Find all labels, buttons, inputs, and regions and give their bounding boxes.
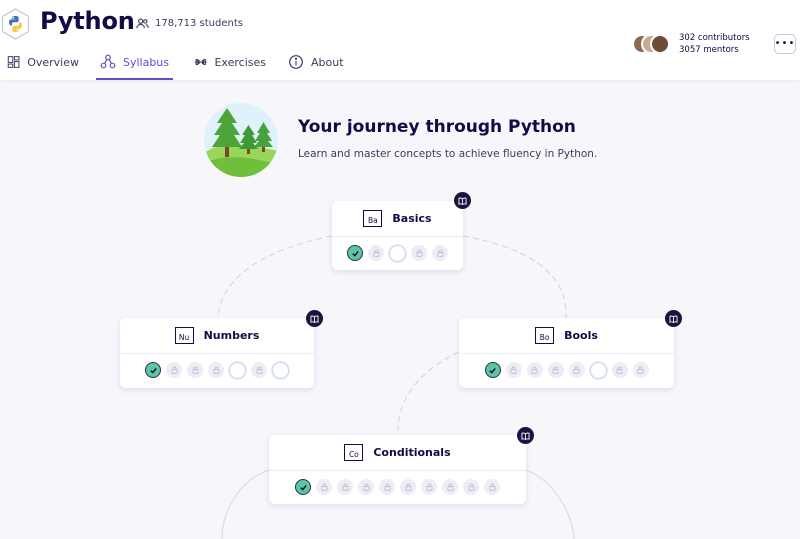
students-icon — [136, 18, 149, 29]
concept-card-basics[interactable]: Ba Basics — [332, 201, 463, 270]
exercise-available-icon[interactable] — [229, 361, 246, 379]
book-icon — [310, 315, 319, 323]
concept-header: Nu Numbers — [120, 318, 314, 354]
students-count: 178,713 students — [136, 17, 243, 30]
syllabus-subtitle: Learn and master concepts to achieve flu… — [298, 148, 598, 160]
exercise-locked-icon[interactable] — [547, 362, 564, 378]
exercise-locked-icon[interactable] — [358, 479, 374, 495]
exercise-progress — [332, 241, 463, 265]
exercise-available-icon[interactable] — [272, 361, 289, 379]
exercise-available-icon[interactable] — [389, 244, 406, 262]
exercise-locked-icon[interactable] — [208, 362, 224, 378]
syllabus-title: Your journey through Python — [298, 117, 576, 137]
exercise-locked-icon[interactable] — [484, 479, 500, 495]
tab-about[interactable]: About — [284, 44, 350, 80]
exercise-locked-icon[interactable] — [337, 479, 353, 495]
concept-name: Bools — [564, 329, 598, 342]
contributors-count: 302 contributors — [679, 33, 750, 43]
contributors-text: 302 contributors 3057 mentors — [679, 32, 750, 56]
exercise-completed-icon[interactable] — [484, 362, 501, 378]
exercise-completed-icon[interactable] — [145, 362, 161, 378]
exercise-locked-icon[interactable] — [368, 245, 384, 261]
concept-header: Bo Bools — [459, 318, 674, 354]
connector-conditionals-left — [221, 469, 270, 539]
tab-overview[interactable]: Overview — [3, 44, 83, 80]
avatar — [650, 34, 670, 54]
exercise-locked-icon[interactable] — [611, 362, 628, 378]
dumbbell-icon — [194, 58, 207, 66]
concept-symbol: Ba — [363, 210, 383, 227]
info-icon — [289, 55, 303, 69]
exercise-locked-icon[interactable] — [411, 245, 427, 261]
connector-conditionals-right — [525, 469, 575, 539]
exercise-progress — [459, 358, 674, 382]
exercise-locked-icon[interactable] — [526, 362, 543, 378]
book-icon — [458, 197, 467, 205]
python-logo-icon — [1, 8, 30, 40]
tab-exercises-label: Exercises — [214, 55, 266, 69]
tab-overview-label: Overview — [27, 55, 79, 69]
forest-illustration-icon — [204, 103, 278, 177]
concept-header: Ba Basics — [332, 201, 463, 237]
concept-card-conditionals[interactable]: Co Conditionals — [269, 435, 526, 504]
concept-book-button[interactable] — [665, 310, 682, 327]
exercise-locked-icon[interactable] — [432, 245, 448, 261]
concept-book-button[interactable] — [454, 192, 471, 209]
contributors-summary[interactable]: 302 contributors 3057 mentors — [632, 32, 772, 58]
book-icon — [521, 432, 530, 440]
exercise-locked-icon[interactable] — [505, 362, 522, 378]
connector-bools-conditionals — [397, 351, 460, 436]
track-header: Python 178,713 students Overview Syllabu… — [0, 0, 800, 80]
exercise-locked-icon[interactable] — [463, 479, 479, 495]
exercise-locked-icon[interactable] — [187, 362, 203, 378]
connector-basics-numbers — [217, 235, 333, 319]
concept-book-button[interactable] — [517, 427, 534, 444]
overview-icon — [7, 56, 20, 68]
concept-card-numbers[interactable]: Nu Numbers — [120, 318, 314, 388]
exercise-locked-icon[interactable] — [316, 479, 332, 495]
exercise-locked-icon[interactable] — [400, 479, 416, 495]
exercise-locked-icon[interactable] — [442, 479, 458, 495]
exercise-progress — [269, 475, 526, 499]
concept-name: Conditionals — [373, 446, 451, 459]
more-options-button[interactable]: ••• — [774, 34, 796, 54]
exercise-locked-icon[interactable] — [251, 362, 267, 378]
tab-about-label: About — [311, 55, 344, 69]
concept-symbol: Co — [344, 444, 364, 461]
tab-exercises[interactable]: Exercises — [190, 44, 270, 80]
contributor-avatars — [632, 34, 672, 56]
exercise-locked-icon[interactable] — [421, 479, 437, 495]
connector-basics-bools — [462, 235, 567, 319]
book-icon — [669, 315, 678, 323]
concept-name: Numbers — [203, 329, 260, 342]
tab-syllabus-label: Syllabus — [122, 55, 169, 69]
exercise-locked-icon[interactable] — [568, 362, 585, 378]
concept-symbol: Bo — [535, 327, 555, 344]
exercise-available-icon[interactable] — [589, 361, 607, 379]
exercise-locked-icon[interactable] — [379, 479, 395, 495]
students-label: 178,713 students — [155, 18, 243, 29]
exercise-completed-icon[interactable] — [347, 245, 363, 261]
concept-symbol: Nu — [174, 327, 194, 344]
syllabus-icon — [100, 54, 116, 69]
tab-syllabus[interactable]: Syllabus — [96, 44, 173, 80]
concept-name: Basics — [392, 212, 432, 225]
exercise-locked-icon[interactable] — [166, 362, 182, 378]
concept-card-bools[interactable]: Bo Bools — [459, 318, 674, 388]
exercise-locked-icon[interactable] — [632, 362, 649, 378]
exercise-progress — [120, 358, 314, 382]
mentors-count: 3057 mentors — [679, 45, 739, 55]
concept-header: Co Conditionals — [269, 435, 526, 471]
track-title: Python — [40, 7, 135, 35]
exercise-completed-icon[interactable] — [295, 479, 311, 495]
concept-book-button[interactable] — [306, 310, 323, 327]
